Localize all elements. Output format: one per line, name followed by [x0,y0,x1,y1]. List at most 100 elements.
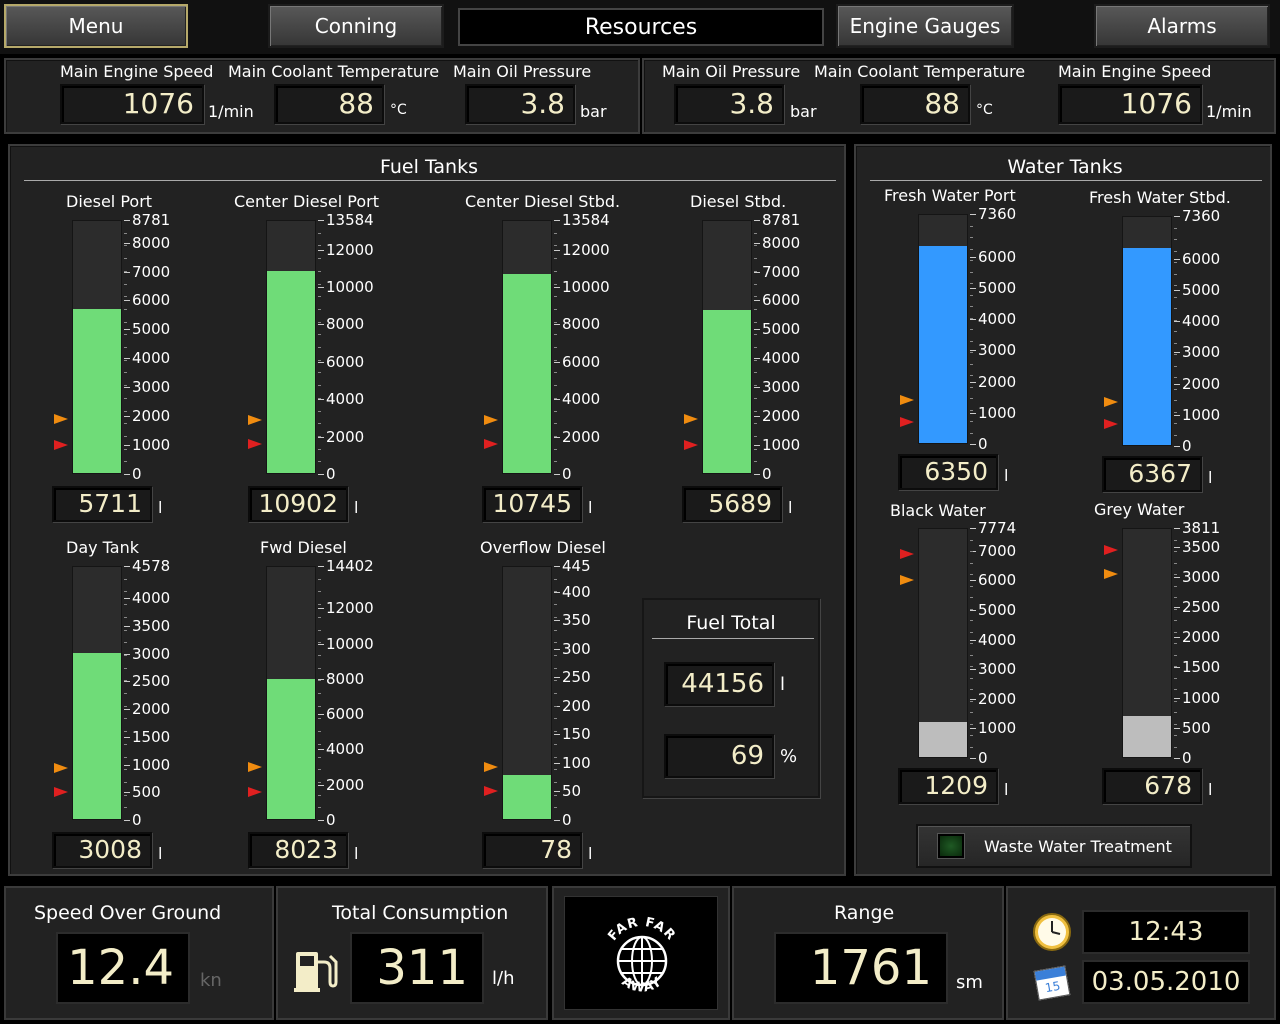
waste-water-treatment-button[interactable]: Waste Water Treatment [916,824,1192,868]
fuel-minor-tick [318,347,321,348]
fuel-minor-tick [318,769,321,771]
fuel-tick-label: 50 [562,782,582,801]
fuel-tick-label: 10000 [326,278,374,296]
fuel-tank-value: 8023 [248,832,348,868]
water-tank-fill [919,721,967,757]
fuel-minor-tick [124,578,127,580]
fuel-tick-mark [124,416,130,418]
engine-gauges-button[interactable]: Engine Gauges [836,4,1014,48]
fuel-minor-tick [754,296,757,298]
water-minor-tick [1174,735,1177,736]
fuel-minor-tick [318,359,321,361]
fuel-tick-label: 2000 [562,427,601,446]
water-minor-tick [1174,643,1177,644]
coolant-temp-value: 88 [860,84,970,124]
fuel-tank-fill [73,309,121,473]
engine-speed-label: Main Engine Speed [1058,62,1212,81]
water-warning-marker [1104,568,1118,579]
time-display: 12:43 [1082,910,1250,954]
consumption-unit: l/h [492,968,515,989]
fuel-tank-label: Overflow Diesel [480,538,606,557]
fuel-tick-label: 2000 [762,407,801,426]
water-tank-unit: l [1004,466,1009,485]
water-alarm-marker [900,548,914,559]
fuel-tick-mark [124,598,130,600]
fuel-alarm-marker [54,787,68,798]
fuel-tank-value: 5711 [52,486,152,522]
fuel-tick-label: 0 [762,465,772,483]
water-minor-tick [1174,631,1177,633]
fuel-minor-tick [124,448,127,450]
water-tick-mark [1174,414,1180,416]
fuel-minor-tick [318,283,321,285]
water-tick-mark [970,610,976,612]
fuel-tank-label: Center Diesel Port [234,192,379,211]
fuel-minor-tick [124,743,127,745]
fuel-minor-tick [554,731,557,733]
water-minor-tick [1174,574,1177,575]
fuel-tank-bar [502,220,552,474]
fuel-tick-mark [318,361,324,363]
waste-water-status-led [938,834,964,858]
water-minor-tick [1174,689,1177,690]
menu-button[interactable]: Menu [4,4,188,48]
water-minor-tick [970,562,973,564]
fuel-minor-tick [554,654,557,656]
oil-pressure-unit: bar [790,102,817,121]
fuel-tick-mark [754,242,760,244]
alarms-button[interactable]: Alarms [1094,4,1270,48]
water-minor-tick [970,689,973,690]
water-minor-tick [1174,250,1177,252]
fuel-tick-label: 4000 [132,589,171,608]
water-tick-mark [970,381,976,383]
fuel-minor-tick [754,347,757,348]
fuel-tick-label: 400 [562,582,591,601]
water-tick-label: 6000 [978,571,1017,590]
water-tank-bar [918,528,968,758]
water-tick-label: 2500 [1182,598,1221,617]
fuel-minor-tick [554,270,557,272]
water-tick-mark [1174,528,1180,529]
water-tick-label: 5000 [978,601,1017,620]
water-tick-mark [970,758,976,759]
fuel-tank-bar [72,566,122,820]
water-tank-value: 6367 [1102,456,1202,492]
fuel-minor-tick [754,283,757,285]
conning-button[interactable]: Conning [268,4,444,48]
calendar-day: 15 [1043,978,1062,996]
water-tank-bar [1122,528,1172,758]
fuel-minor-tick [754,448,757,450]
fuel-minor-tick [554,245,557,247]
water-minor-tick [970,551,973,552]
water-tick-mark [970,412,976,414]
fuel-minor-tick [318,245,321,247]
water-tank-label: Fresh Water Port [884,186,1016,205]
fuel-tick-mark [124,242,130,244]
fuel-tank-unit: l [588,498,593,517]
water-minor-tick [970,735,973,736]
fuel-minor-tick [318,270,321,272]
fuel-tick-mark [318,784,324,786]
water-minor-tick [970,421,973,422]
water-minor-tick [970,643,973,644]
fuel-minor-tick [124,397,127,399]
water-tick-label: 2000 [978,689,1017,708]
fuel-warning-marker [54,414,68,425]
fuel-minor-tick [318,258,321,260]
fuel-tick-label: 2500 [132,672,171,691]
water-tank-fill [1123,247,1171,445]
water-minor-tick [970,712,973,713]
water-tank-label: Black Water [890,501,986,520]
fuel-minor-tick [554,769,557,771]
water-minor-tick [1174,677,1177,679]
fuel-minor-tick [124,334,127,336]
fuel-minor-tick [318,667,321,669]
fuel-total-percent: 69 [664,734,774,778]
water-minor-tick [1174,551,1177,552]
fuel-tick-mark [754,220,760,221]
sog-panel: Speed Over Ground 12.4 kn [4,886,274,1020]
fuel-minor-tick [754,372,757,374]
water-tick-label: 7360 [1182,207,1221,225]
fuel-minor-tick [754,385,757,387]
fuel-minor-tick [554,308,557,310]
